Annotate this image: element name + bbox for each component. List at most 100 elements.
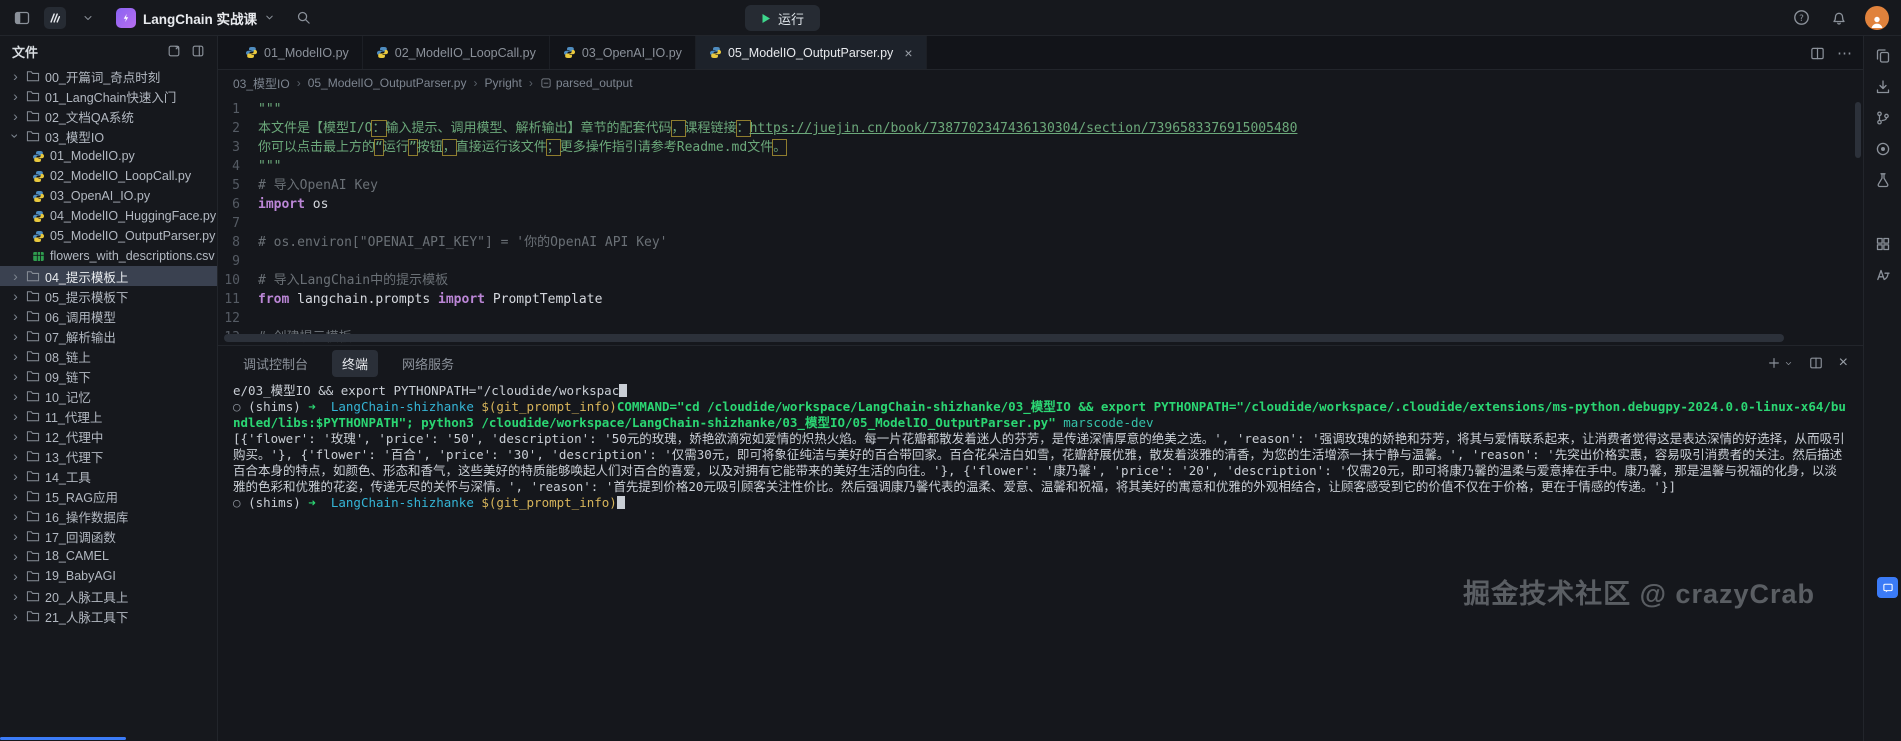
breadcrumb-item-03_模型IO[interactable]: 03_模型IO: [233, 75, 290, 92]
breadcrumb-item-parsed_output[interactable]: parsed_output: [540, 76, 633, 90]
course-link[interactable]: https://juejin.cn/book/73877023474361303…: [750, 121, 1298, 136]
tree-file-01_ModelIO.py[interactable]: 01_ModelIO.py: [0, 146, 217, 166]
tree-file-03_OpenAI_IO.py[interactable]: 03_OpenAI_IO.py: [0, 186, 217, 206]
tree-folder-13_代理下[interactable]: › 13_代理下: [0, 446, 217, 466]
tree-file-flowers_with_descriptions.csv[interactable]: flowers_with_descriptions.csv: [0, 246, 217, 266]
tree-folder-05_提示模板下[interactable]: › 05_提示模板下: [0, 286, 217, 306]
feedback-button[interactable]: [1877, 577, 1898, 598]
sidebar-toggle-icon[interactable]: [10, 6, 34, 30]
tree-folder-12_代理中[interactable]: › 12_代理中: [0, 426, 217, 446]
tree-folder-18_CAMEL[interactable]: › 18_CAMEL: [0, 546, 217, 566]
git-branch-icon[interactable]: [1875, 110, 1891, 126]
tree-folder-17_回调函数[interactable]: › 17_回调函数: [0, 526, 217, 546]
help-icon[interactable]: ?: [1789, 6, 1813, 30]
panel-tab-终端[interactable]: 终端: [332, 349, 379, 377]
tree-file-05_ModelIO_OutputParser.py[interactable]: 05_ModelIO_OutputParser.py: [0, 226, 217, 246]
tree-folder-16_操作数据库[interactable]: › 16_操作数据库: [0, 506, 217, 526]
tree-file-04_ModelIO_HuggingFace.py[interactable]: 04_ModelIO_HuggingFace.py: [0, 206, 217, 226]
notifications-bell-icon[interactable]: [1827, 6, 1851, 30]
tabbar-actions: ⋯: [1810, 36, 1853, 70]
tree-folder-20_人脉工具上[interactable]: › 20_人脉工具上: [0, 586, 217, 606]
panel-tab-网络服务[interactable]: 网络服务: [392, 350, 464, 377]
tree-folder-10_记忆[interactable]: › 10_记忆: [0, 386, 217, 406]
panel-tab-调试控制台[interactable]: 调试控制台: [233, 350, 318, 377]
tree-folder-06_调用模型[interactable]: › 06_调用模型: [0, 306, 217, 326]
breadcrumb-item-05_ModelIO_OutputParser.py[interactable]: 05_ModelIO_OutputParser.py: [308, 76, 467, 90]
tree-folder-15_RAG应用[interactable]: › 15_RAG应用: [0, 486, 217, 506]
breadcrumb-item-Pyright[interactable]: Pyright: [484, 76, 521, 90]
tree-item-label: 13_代理下: [45, 450, 104, 465]
folder-icon: [26, 130, 40, 142]
split-panel-icon[interactable]: [1809, 356, 1823, 370]
app-logo-icon[interactable]: [44, 6, 66, 29]
terminal-output[interactable]: e/03_模型IO && export PYTHONPATH="/cloudid…: [218, 380, 1863, 514]
tree-item-label: 02_文档QA系统: [45, 110, 134, 125]
chevron-icon: ›: [13, 588, 18, 604]
more-actions-icon[interactable]: ⋯: [1837, 44, 1853, 62]
tree-folder-04_提示模板上[interactable]: › 04_提示模板上: [0, 266, 217, 286]
user-avatar[interactable]: [1865, 5, 1889, 30]
tree-folder-07_解析输出[interactable]: › 07_解析输出: [0, 326, 217, 346]
tree-folder-21_人脉工具下[interactable]: › 21_人脉工具下: [0, 606, 217, 626]
translate-icon[interactable]: [1875, 267, 1891, 283]
close-tab-icon[interactable]: ×: [904, 46, 912, 60]
editor-tab-03_OpenAI_IO.py[interactable]: 03_OpenAI_IO.py: [550, 36, 696, 69]
editor-tab-02_ModelIO_LoopCall.py[interactable]: 02_ModelIO_LoopCall.py: [363, 36, 550, 69]
folder-icon: [26, 310, 40, 322]
editor-tab-05_ModelIO_OutputParser.py[interactable]: 05_ModelIO_OutputParser.py ×: [695, 36, 927, 69]
tree-folder-09_链下[interactable]: › 09_链下: [0, 366, 217, 386]
new-terminal-icon[interactable]: [1767, 356, 1793, 370]
project-switcher[interactable]: LangChain 实战课: [110, 5, 281, 31]
code-line-8: 8 # os.environ["OPENAI_API_KEY"] = '你的Ope…: [218, 233, 1863, 252]
copy-icon[interactable]: [1875, 48, 1891, 64]
debug-icon[interactable]: [1875, 141, 1891, 157]
code-editor[interactable]: 1 """ 2 本文件是【模型I/O：输入提示、调用模型、解析输出】章节的配套代码，课…: [218, 96, 1863, 345]
tree-folder-14_工具[interactable]: › 14_工具: [0, 466, 217, 486]
tree-folder-19_BabyAGI[interactable]: › 19_BabyAGI: [0, 566, 217, 586]
flask-icon[interactable]: [1875, 172, 1891, 188]
tree-folder-08_链上[interactable]: › 08_链上: [0, 346, 217, 366]
close-panel-icon[interactable]: ×: [1839, 355, 1848, 371]
tree-item-label: 05_提示模板下: [45, 290, 129, 305]
code-lines: 1 """ 2 本文件是【模型I/O：输入提示、调用模型、解析输出】章节的配套代码，课…: [218, 100, 1863, 345]
workspace-chevron-icon[interactable]: [76, 6, 100, 30]
csv-file-icon: [32, 250, 45, 263]
collapse-all-icon[interactable]: [191, 44, 205, 58]
chevron-icon: ›: [13, 568, 18, 584]
chevron-icon: ›: [13, 528, 18, 544]
folder-icon: [26, 270, 40, 282]
download-icon[interactable]: [1875, 79, 1891, 95]
editor-hscrollbar-thumb[interactable]: [224, 334, 1784, 342]
project-caret-icon: [266, 15, 273, 20]
tree-item-label: 02_ModelIO_LoopCall.py: [50, 169, 192, 183]
search-icon[interactable]: [291, 6, 315, 30]
editor-vscrollbar-thumb[interactable]: [1855, 102, 1861, 158]
code-line-1: 1 """: [218, 100, 1863, 119]
new-file-icon[interactable]: [167, 44, 181, 58]
breadcrumb-separator: ›: [473, 76, 478, 90]
file-tree: › 00_开篇词_奇点时刻 › 01_LangChain快速入门 › 02_文档QA系统 ›…: [0, 66, 217, 626]
tree-file-02_ModelIO_LoopCall.py[interactable]: 02_ModelIO_LoopCall.py: [0, 166, 217, 186]
grid-icon[interactable]: [1875, 236, 1891, 252]
tree-folder-11_代理上[interactable]: › 11_代理上: [0, 406, 217, 426]
tree-item-label: 04_提示模板上: [45, 270, 129, 285]
run-button[interactable]: 运行: [745, 5, 821, 31]
watermark: 掘金技术社区 @ crazyCrab: [1463, 579, 1815, 609]
editor-tabs: 01_ModelIO.py 02_ModelIO_LoopCall.py 03_Op…: [218, 36, 1863, 70]
tree-folder-00_开篇词_奇点时刻[interactable]: › 00_开篇词_奇点时刻: [0, 66, 217, 86]
tree-item-label: 01_ModelIO.py: [50, 149, 135, 163]
tree-folder-03_模型IO[interactable]: › 03_模型IO: [0, 126, 217, 146]
sidebar-scrollbar-thumb[interactable]: [0, 737, 126, 740]
chevron-icon: ›: [13, 88, 18, 104]
editor-tab-01_ModelIO.py[interactable]: 01_ModelIO.py: [232, 36, 363, 69]
split-editor-icon[interactable]: [1810, 46, 1825, 61]
chevron-icon: ›: [13, 428, 18, 444]
chevron-icon: ›: [13, 408, 18, 424]
tree-item-label: 12_代理中: [45, 430, 104, 445]
chevron-icon: ›: [13, 488, 18, 504]
tree-folder-02_文档QA系统[interactable]: › 02_文档QA系统: [0, 106, 217, 126]
project-name: LangChain 实战课: [143, 11, 257, 27]
ide-window: LangChain 实战课 运行 ? 文件 › 00_开篇词_奇点时刻 › 01…: [0, 0, 1901, 741]
tree-folder-01_LangChain快速入门[interactable]: › 01_LangChain快速入门: [0, 86, 217, 106]
chevron-icon: ›: [13, 288, 18, 304]
